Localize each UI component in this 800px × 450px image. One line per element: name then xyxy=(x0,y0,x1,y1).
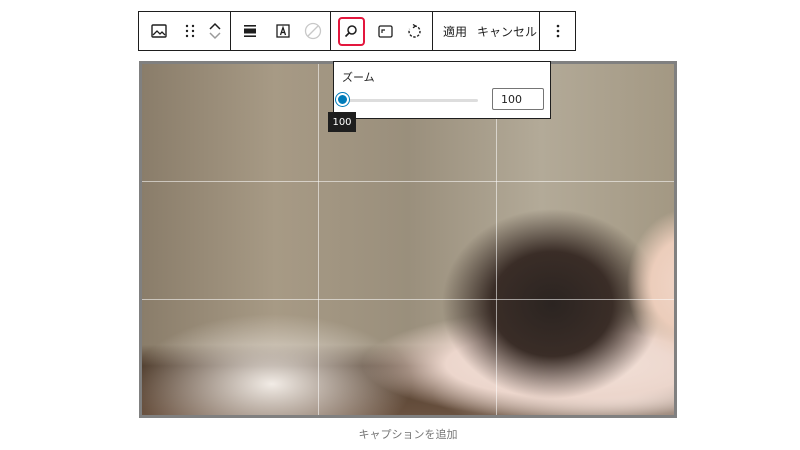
zoom-popover: ズーム xyxy=(333,61,551,119)
crop-grid-line xyxy=(142,181,674,182)
align-button[interactable] xyxy=(231,12,269,50)
toolbar-group-format xyxy=(231,12,331,50)
more-vertical-icon xyxy=(556,24,560,38)
rotate-icon xyxy=(407,23,422,39)
zoom-label: ズーム xyxy=(342,71,375,84)
aspect-ratio-icon xyxy=(377,24,393,38)
text-overlay-icon xyxy=(276,24,290,38)
drag-handle[interactable] xyxy=(179,12,201,50)
toolbar-group-block xyxy=(139,12,231,50)
zoom-icon xyxy=(344,24,358,38)
duotone-icon xyxy=(304,22,322,40)
chevron-down-icon[interactable] xyxy=(209,31,221,41)
zoom-button-highlight xyxy=(337,16,365,46)
block-toolbar: 適用 キャンセル xyxy=(138,11,576,51)
move-buttons xyxy=(201,12,229,50)
crop-grid-line xyxy=(318,64,319,415)
apply-button[interactable]: 適用 xyxy=(433,12,467,50)
caption-placeholder[interactable]: キャプションを追加 xyxy=(0,426,800,442)
zoom-button[interactable] xyxy=(331,12,371,50)
toolbar-group-actions: 適用 キャンセル xyxy=(433,12,540,50)
align-icon xyxy=(243,24,257,38)
aspect-ratio-button[interactable] xyxy=(371,12,399,50)
rotate-button[interactable] xyxy=(399,12,429,50)
zoom-slider-thumb[interactable] xyxy=(336,93,349,106)
toolbar-group-crop xyxy=(331,12,433,50)
toolbar-group-options xyxy=(540,12,575,50)
duotone-button[interactable] xyxy=(297,12,329,50)
cancel-button[interactable]: キャンセル xyxy=(467,12,537,50)
more-options-button[interactable] xyxy=(543,12,573,50)
zoom-slider-track[interactable] xyxy=(343,99,478,102)
image-icon xyxy=(151,23,167,39)
zoom-tooltip: 100 xyxy=(328,112,356,132)
zoom-value-input[interactable] xyxy=(492,88,544,110)
chevron-up-icon[interactable] xyxy=(209,21,221,31)
crop-grid-line xyxy=(142,299,674,300)
drag-handle-icon xyxy=(185,24,195,38)
image-block-button[interactable] xyxy=(139,12,179,50)
alt-text-button[interactable] xyxy=(269,12,297,50)
